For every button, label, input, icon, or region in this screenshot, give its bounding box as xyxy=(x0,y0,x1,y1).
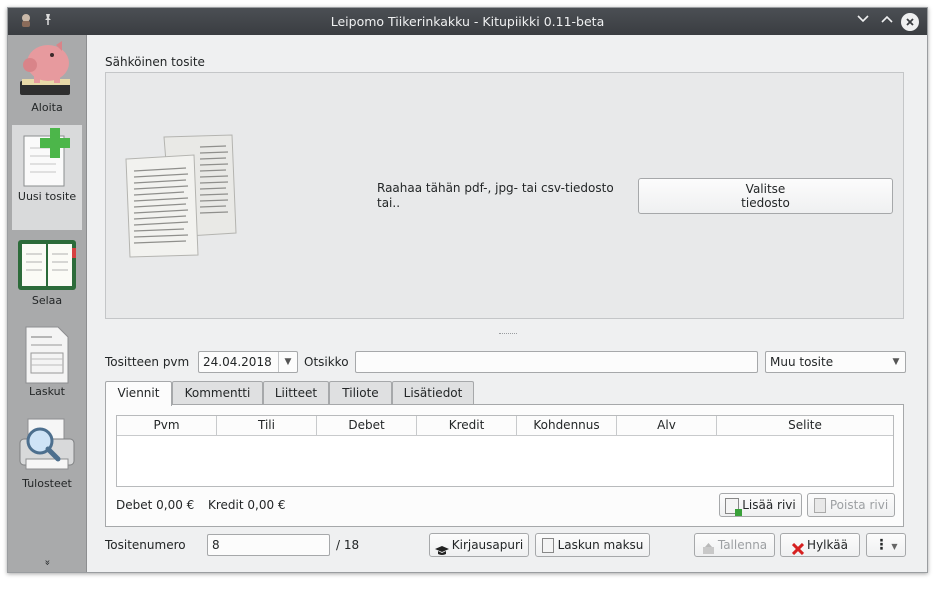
column-header-pvm[interactable]: Pvm xyxy=(117,416,217,435)
sidebar-label-aloita: Aloita xyxy=(31,101,63,114)
posting-wizard-button[interactable]: Kirjausapuri xyxy=(429,533,529,557)
more-menu-button[interactable]: ⋮ ▼ xyxy=(866,533,906,557)
invoice-icon xyxy=(22,325,72,385)
sidebar-more-button[interactable]: » xyxy=(42,524,53,602)
remove-row-icon xyxy=(813,498,826,513)
sidebar-item-laskut[interactable]: Laskut xyxy=(12,325,82,405)
column-header-selite[interactable]: Selite xyxy=(717,416,893,435)
app-window: Leipomo Tiikerinkakku - Kitupiikki 0.11-… xyxy=(7,7,928,573)
sidebar-item-uusi-tosite[interactable]: Uusi tosite xyxy=(12,125,82,230)
chevron-down-icon: ▼ xyxy=(891,542,898,551)
tab-liitteet[interactable]: Liitteet xyxy=(263,381,329,405)
voucher-title-input[interactable] xyxy=(355,351,758,373)
sidebar: Aloita Uusi tosite Selaa Laskut Tulostee… xyxy=(8,35,87,572)
documents-icon xyxy=(124,133,239,258)
entries-table[interactable]: Pvm Tili Debet Kredit Kohdennus Alv Seli… xyxy=(116,415,894,487)
new-document-icon xyxy=(20,125,74,190)
entries-table-header: Pvm Tili Debet Kredit Kohdennus Alv Seli… xyxy=(117,416,893,436)
attachment-dropzone[interactable]: Raahaa tähän pdf-, jpg- tai csv-tiedosto… xyxy=(105,72,904,319)
sidebar-item-selaa[interactable]: Selaa xyxy=(12,238,82,318)
invoice-payment-button[interactable]: Laskun maksu xyxy=(535,533,650,557)
voucher-date-field[interactable]: 24.04.2018 ▼ xyxy=(198,351,298,373)
voucher-title-label: Otsikko xyxy=(304,355,349,369)
column-header-tili[interactable]: Tili xyxy=(217,416,317,435)
attachment-heading: Sähköinen tosite xyxy=(105,55,205,69)
add-row-icon xyxy=(725,497,743,516)
remove-row-button[interactable]: Poista rivi xyxy=(807,493,895,517)
piggy-bank-icon xyxy=(16,39,78,101)
splitter-handle[interactable] xyxy=(499,333,517,336)
add-row-label: Lisää rivi xyxy=(742,498,796,512)
column-header-kohdennus[interactable]: Kohdennus xyxy=(517,416,617,435)
tab-viennit[interactable]: Viennit xyxy=(105,381,172,406)
save-icon xyxy=(702,540,715,554)
drop-instructions: Raahaa tähän pdf-, jpg- tai csv-tiedosto… xyxy=(377,181,614,210)
save-button[interactable]: Tallenna xyxy=(694,533,775,557)
chevron-down-icon[interactable]: ▼ xyxy=(278,352,297,372)
sidebar-label-selaa: Selaa xyxy=(31,294,63,307)
chevron-up-icon xyxy=(881,15,893,23)
column-header-alv[interactable]: Alv xyxy=(617,416,717,435)
choose-file-button[interactable]: Valitse tiedosto xyxy=(638,178,893,214)
sidebar-label-laskut: Laskut xyxy=(29,385,65,398)
debit-total: Debet 0,00 € xyxy=(116,498,195,512)
voucher-number-label: Tositenumero xyxy=(105,538,186,552)
tab-tiliote[interactable]: Tiliote xyxy=(329,381,392,405)
main-area: Sähköinen tosite Raahaa tähän pdf-, jpg-… xyxy=(87,35,927,572)
sidebar-label-tulosteet: Tulosteet xyxy=(22,477,72,490)
column-header-debet[interactable]: Debet xyxy=(317,416,417,435)
titlebar: Leipomo Tiikerinkakku - Kitupiikki 0.11-… xyxy=(8,8,927,35)
voucher-type-select[interactable]: Muu tosite ▼ xyxy=(765,351,906,373)
credit-total: Kredit 0,00 € xyxy=(208,498,286,512)
tab-kommentti[interactable]: Kommentti xyxy=(172,381,263,405)
choose-file-label: Valitse tiedosto xyxy=(741,182,790,210)
voucher-number-total: / 18 xyxy=(336,538,360,552)
minimize-button[interactable] xyxy=(853,12,873,32)
voucher-type-value: Muu tosite xyxy=(770,355,834,369)
voucher-date-value: 24.04.2018 xyxy=(203,355,272,369)
sidebar-item-aloita[interactable]: Aloita xyxy=(12,39,82,121)
graduation-cap-icon xyxy=(434,541,449,555)
voucher-date-label: Tositteen pvm xyxy=(105,355,190,369)
document-icon xyxy=(541,538,554,553)
remove-row-label: Poista rivi xyxy=(829,498,889,512)
discard-button[interactable]: Hylkää xyxy=(780,533,860,557)
window-title: Leipomo Tiikerinkakku - Kitupiikki 0.11-… xyxy=(330,14,605,29)
add-row-button[interactable]: Lisää rivi xyxy=(719,493,802,517)
voucher-number-input[interactable]: 8 xyxy=(207,534,330,556)
column-header-kredit[interactable]: Kredit xyxy=(417,416,517,435)
chevron-down-icon[interactable]: ▼ xyxy=(887,352,905,372)
tab-lisatiedot[interactable]: Lisätiedot xyxy=(392,381,474,405)
maximize-button[interactable] xyxy=(877,12,897,32)
discard-icon xyxy=(791,540,805,555)
sidebar-label-uusi-tosite: Uusi tosite xyxy=(17,190,77,203)
more-menu-label: ⋮ xyxy=(874,537,889,553)
close-button[interactable] xyxy=(901,13,919,31)
close-icon xyxy=(906,18,914,26)
sidebar-item-tulosteet[interactable]: Tulosteet xyxy=(12,415,82,495)
posting-wizard-label: Kirjausapuri xyxy=(451,538,524,552)
entries-panel: Pvm Tili Debet Kredit Kohdennus Alv Seli… xyxy=(105,404,904,527)
invoice-payment-label: Laskun maksu xyxy=(557,538,644,552)
save-label: Tallenna xyxy=(717,538,768,552)
chevron-down-icon xyxy=(857,15,869,23)
discard-label: Hylkää xyxy=(807,538,848,552)
print-preview-icon xyxy=(16,415,78,477)
ledger-book-icon xyxy=(16,238,78,294)
